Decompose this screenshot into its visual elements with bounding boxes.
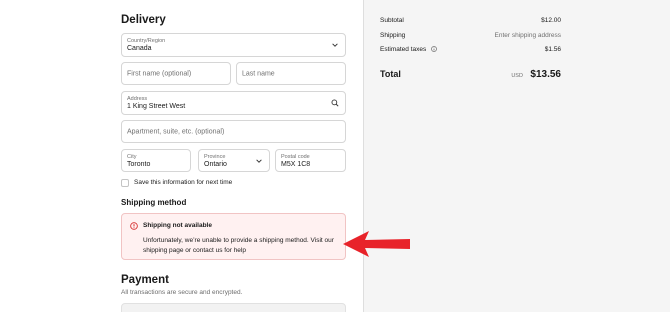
last-name-placeholder: Last name bbox=[242, 70, 275, 77]
shipping-error-alert: Shipping not available Unfortunately, we… bbox=[121, 213, 346, 260]
postal-code-field[interactable]: Postal code M5X 1C8 bbox=[275, 149, 346, 172]
country-select[interactable]: Country/Region Canada bbox=[121, 33, 346, 57]
city-value: Toronto bbox=[127, 161, 151, 168]
province-select[interactable]: Province Ontario bbox=[198, 149, 270, 172]
shipping-label: Shipping bbox=[380, 32, 406, 39]
taxes-row: Estimated taxes $1.56 bbox=[380, 46, 561, 53]
first-name-field[interactable]: First name (optional) bbox=[121, 62, 231, 85]
chevron-down-icon bbox=[256, 158, 262, 163]
payment-method-box[interactable] bbox=[121, 303, 346, 312]
shipping-method-heading: Shipping method bbox=[121, 198, 187, 207]
postal-code-label: Postal code bbox=[281, 154, 310, 160]
save-info-label: Save this information for next time bbox=[134, 179, 233, 186]
first-name-placeholder: First name (optional) bbox=[127, 70, 192, 77]
delivery-heading: Delivery bbox=[121, 14, 166, 26]
apartment-placeholder: Apartment, suite, etc. (optional) bbox=[127, 128, 225, 135]
apartment-field[interactable]: Apartment, suite, etc. (optional) bbox=[121, 120, 346, 143]
province-label: Province bbox=[204, 154, 226, 160]
payment-heading: Payment bbox=[121, 274, 169, 286]
payment-subtitle: All transactions are secure and encrypte… bbox=[121, 289, 243, 296]
subtotal-value: $12.00 bbox=[541, 17, 561, 24]
city-label: City bbox=[127, 154, 137, 160]
total-currency: USD bbox=[511, 73, 523, 79]
province-value: Ontario bbox=[204, 161, 227, 168]
info-icon[interactable] bbox=[431, 46, 437, 53]
chevron-down-icon bbox=[332, 43, 338, 47]
taxes-label: Estimated taxes bbox=[380, 46, 427, 53]
total-row: Total USD $13.56 bbox=[380, 64, 561, 82]
address-field[interactable]: Address 1 King Street West bbox=[121, 91, 346, 115]
alert-body: Unfortunately, we’re unable to provide a… bbox=[143, 237, 334, 254]
last-name-field[interactable]: Last name bbox=[236, 62, 346, 85]
subtotal-row: Subtotal $12.00 bbox=[380, 17, 561, 24]
shipping-row: Shipping Enter shipping address bbox=[380, 32, 561, 39]
country-value: Canada bbox=[127, 45, 152, 52]
address-label: Address bbox=[127, 96, 148, 102]
country-label: Country/Region bbox=[127, 38, 166, 44]
taxes-value: $1.56 bbox=[544, 46, 561, 53]
error-circle-icon bbox=[130, 222, 138, 230]
total-value: $13.56 bbox=[530, 69, 561, 80]
total-label: Total bbox=[380, 69, 401, 79]
subtotal-label: Subtotal bbox=[380, 17, 404, 24]
save-info-checkbox[interactable] bbox=[121, 179, 129, 187]
city-field[interactable]: City Toronto bbox=[121, 149, 191, 172]
alert-title: Shipping not available bbox=[143, 222, 212, 229]
shipping-value: Enter shipping address bbox=[494, 32, 562, 39]
checkout-form-panel: Delivery Country/Region Canada First nam… bbox=[0, 0, 363, 312]
search-icon[interactable] bbox=[331, 99, 339, 107]
annotation-arrow-icon bbox=[343, 231, 410, 257]
address-value: 1 King Street West bbox=[127, 103, 186, 110]
postal-code-value: M5X 1C8 bbox=[281, 161, 311, 168]
